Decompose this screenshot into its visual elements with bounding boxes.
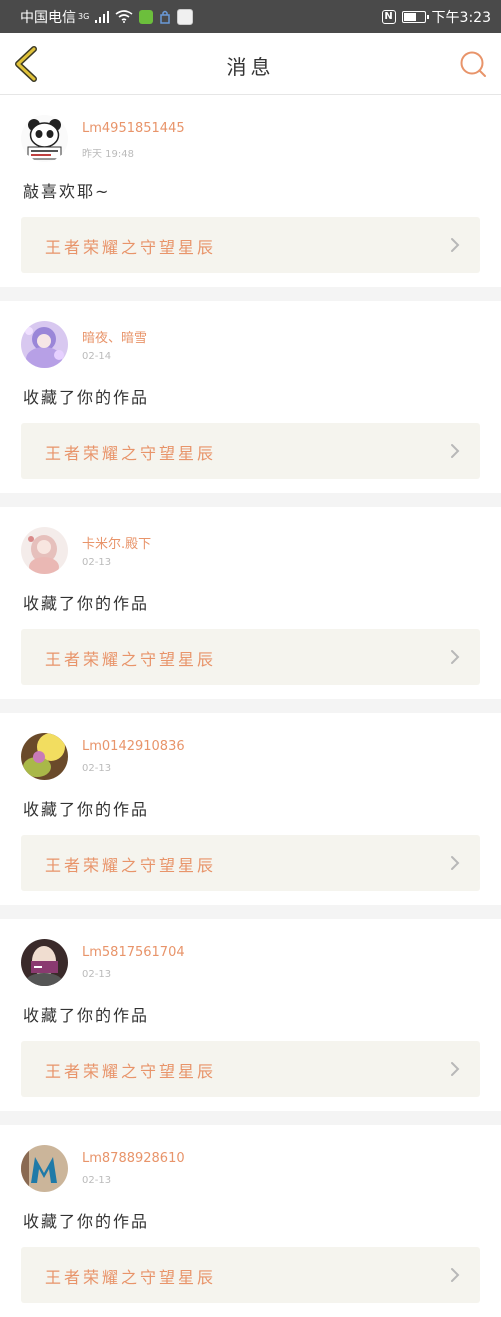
chevron-right-icon: [451, 1062, 460, 1076]
message-text: 收藏了你的作品: [23, 388, 150, 407]
wifi-icon: [115, 10, 133, 23]
search-icon[interactable]: [459, 50, 487, 78]
avatar[interactable]: [21, 939, 68, 986]
card-separator: [0, 905, 501, 919]
message-text: 收藏了你的作品: [23, 1006, 150, 1025]
message-text: 收藏了你的作品: [23, 800, 150, 819]
timestamp: 02-13: [82, 763, 112, 774]
work-title: 王者荣耀之守望星辰: [45, 856, 217, 875]
work-title: 王者荣耀之守望星辰: [45, 650, 217, 669]
chevron-right-icon: [451, 444, 460, 458]
avatar[interactable]: [21, 527, 68, 574]
battery-icon: [401, 10, 429, 23]
username[interactable]: Lm0142910836: [82, 739, 185, 754]
username[interactable]: Lm8788928610: [82, 1151, 185, 1166]
avatar[interactable]: [21, 321, 68, 368]
work-link[interactable]: 王者荣耀之守望星辰: [21, 835, 480, 891]
work-title: 王者荣耀之守望星辰: [45, 1268, 217, 1287]
message-text: 敲喜欢耶~: [23, 182, 111, 201]
avatar[interactable]: [21, 733, 68, 780]
message-card: 卡米尔.殿下 02-13 收藏了你的作品王者荣耀之守望星辰: [0, 507, 501, 699]
status-bar: 中国电信 3G N 下午3:23: [0, 0, 501, 33]
work-title: 王者荣耀之守望星辰: [45, 238, 217, 257]
avatar[interactable]: [21, 115, 68, 162]
username[interactable]: 卡米尔.殿下: [82, 533, 151, 552]
message-text: 收藏了你的作品: [23, 1212, 150, 1231]
nfc-icon: N: [381, 9, 396, 24]
clock: 下午3:23: [431, 9, 491, 26]
chevron-right-icon: [451, 238, 460, 252]
message-text: 收藏了你的作品: [23, 594, 150, 613]
message-card: Lm5817561704 02-13 收藏了你的作品王者荣耀之守望星辰: [0, 919, 501, 1111]
work-link[interactable]: 王者荣耀之守望星辰: [21, 629, 480, 685]
work-link[interactable]: 王者荣耀之守望星辰: [21, 217, 480, 273]
work-link[interactable]: 王者荣耀之守望星辰: [21, 423, 480, 479]
username[interactable]: Lm4951851445: [82, 121, 185, 136]
message-card: Lm0142910836 02-13 收藏了你的作品王者荣耀之守望星辰: [0, 713, 501, 905]
timestamp: 02-13: [82, 557, 112, 568]
work-title: 王者荣耀之守望星辰: [45, 444, 217, 463]
timestamp: 02-13: [82, 969, 112, 980]
message-card: Lm4951851445 昨天 19:48 敲喜欢耶~ 王者荣耀之守望星辰: [0, 95, 501, 287]
carrier-label: 中国电信: [20, 9, 76, 26]
card-separator: [0, 1111, 501, 1125]
app-header: 消息: [0, 33, 501, 95]
card-separator: [0, 287, 501, 301]
username[interactable]: Lm5817561704: [82, 945, 185, 960]
network-type: 3G: [78, 12, 90, 21]
chevron-right-icon: [451, 1268, 460, 1282]
wechat-icon: [139, 9, 154, 24]
message-card: Lm8788928610 02-13 收藏了你的作品王者荣耀之守望星辰: [0, 1125, 501, 1317]
work-title: 王者荣耀之守望星辰: [45, 1062, 217, 1081]
sim-icon: [160, 10, 171, 24]
timestamp: 02-14: [82, 351, 112, 362]
work-link[interactable]: 王者荣耀之守望星辰: [21, 1247, 480, 1303]
card-separator: [0, 699, 501, 713]
message-list: Lm4951851445 昨天 19:48 敲喜欢耶~ 王者荣耀之守望星辰 暗夜、暗雪 0…: [0, 95, 501, 1317]
signal-icon: [95, 10, 110, 23]
avatar[interactable]: [21, 1145, 68, 1192]
timestamp: 02-13: [82, 1175, 112, 1186]
card-separator: [0, 493, 501, 507]
timestamp: 昨天 19:48: [82, 149, 134, 160]
app-icon: [177, 8, 194, 25]
chevron-right-icon: [451, 856, 460, 870]
chevron-right-icon: [451, 650, 460, 664]
status-bar-left: 中国电信 3G: [20, 7, 194, 27]
work-link[interactable]: 王者荣耀之守望星辰: [21, 1041, 480, 1097]
message-card: 暗夜、暗雪 02-14 收藏了你的作品王者荣耀之守望星辰: [0, 301, 501, 493]
username[interactable]: 暗夜、暗雪: [82, 327, 147, 346]
status-bar-right: N 下午3:23: [381, 7, 491, 27]
page-title: 消息: [226, 55, 275, 79]
